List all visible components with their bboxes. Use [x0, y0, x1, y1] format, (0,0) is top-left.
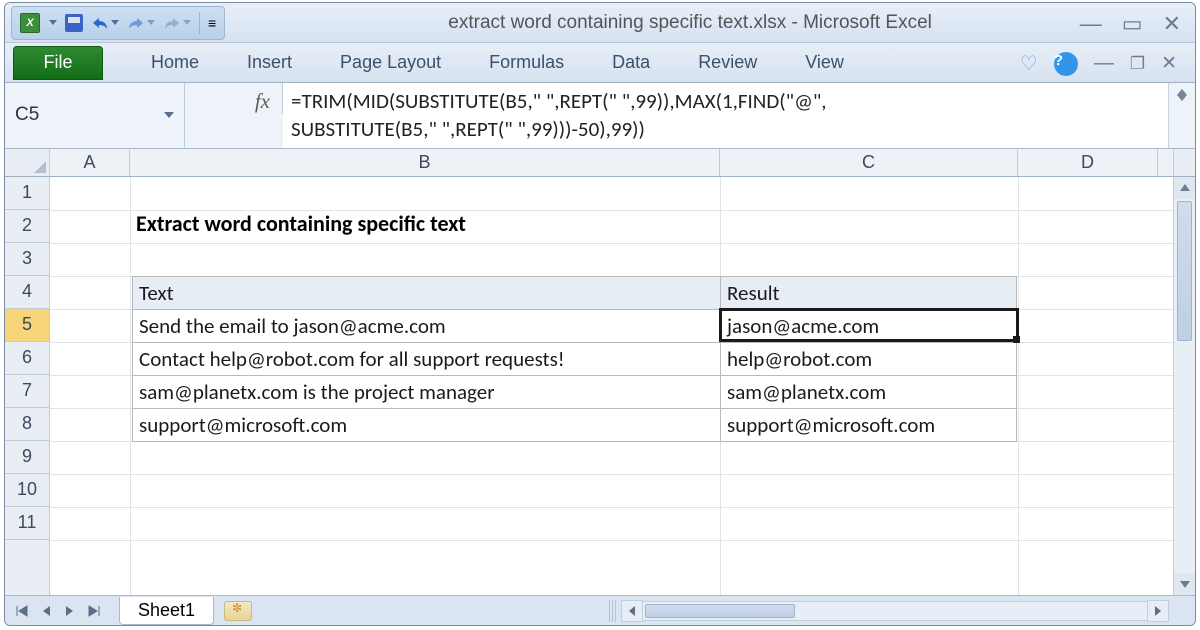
worksheet-grid[interactable]: 1 2 3 4 5 6 7 8 9 10 11: [5, 177, 1195, 595]
ribbon: File Home Insert Page Layout Formulas Da…: [5, 43, 1195, 83]
cell[interactable]: help@robot.com: [721, 342, 1017, 375]
fx-icon[interactable]: fx: [185, 83, 283, 114]
vertical-scrollbar[interactable]: [1173, 177, 1195, 595]
scroll-left-icon[interactable]: [621, 600, 643, 622]
workbook-minimize-button[interactable]: ―: [1094, 52, 1114, 75]
quick-access-toolbar: X ≡: [11, 6, 225, 40]
row-header[interactable]: 4: [5, 276, 49, 309]
cell[interactable]: support@microsoft.com: [721, 408, 1017, 441]
cell-heading[interactable]: Extract word containing specific text: [136, 210, 466, 237]
table-row: Send the email to jason@acme.com jason@a…: [133, 309, 1017, 342]
sheet-tab[interactable]: Sheet1: [119, 597, 214, 625]
qat-separator: [199, 12, 200, 34]
col-header-c[interactable]: C: [720, 149, 1018, 176]
tab-data[interactable]: Data: [612, 52, 650, 73]
hscroll-thumb[interactable]: [645, 604, 795, 618]
maximize-button[interactable]: ▭: [1122, 11, 1143, 37]
excel-icon[interactable]: X: [20, 13, 40, 33]
scroll-right-icon[interactable]: [1147, 600, 1169, 622]
excel-window: X ≡ extract word containing specific tex…: [4, 2, 1196, 626]
sheet-nav-first-icon[interactable]: [11, 600, 33, 622]
row-header[interactable]: 9: [5, 441, 49, 474]
tab-split-handle[interactable]: [609, 600, 617, 622]
table-row: sam@planetx.com is the project manager s…: [133, 375, 1017, 408]
window-title: extract word containing specific text.xl…: [225, 12, 1195, 34]
tab-view[interactable]: View: [805, 52, 844, 73]
window-controls: ― ▭ ✕: [1080, 11, 1181, 37]
new-sheet-icon[interactable]: [224, 601, 252, 621]
col-header-d[interactable]: D: [1018, 149, 1158, 176]
fx-area: fx =TRIM(MID(SUBSTITUTE(B5," ",REPT(" ",…: [185, 83, 1195, 148]
col-header-b[interactable]: B: [130, 149, 720, 176]
row-header-selected[interactable]: 5: [5, 309, 49, 342]
sheet-nav-last-icon[interactable]: [83, 600, 105, 622]
tab-pagelayout[interactable]: Page Layout: [340, 52, 441, 73]
cell[interactable]: jason@acme.com: [721, 309, 1017, 342]
hscroll-track[interactable]: [643, 601, 1147, 621]
minimize-button[interactable]: ―: [1080, 11, 1102, 37]
row-headers: 1 2 3 4 5 6 7 8 9 10 11: [5, 177, 50, 595]
tab-formulas[interactable]: Formulas: [489, 52, 564, 73]
scroll-thumb[interactable]: [1177, 201, 1192, 341]
cell[interactable]: sam@planetx.com: [721, 375, 1017, 408]
redo-alt-button[interactable]: [163, 15, 191, 31]
column-headers: A B C D: [50, 149, 1173, 177]
row-header[interactable]: 7: [5, 375, 49, 408]
help-icon[interactable]: ?: [1054, 52, 1078, 76]
save-icon[interactable]: [65, 14, 83, 32]
scroll-down-icon[interactable]: [1174, 573, 1195, 595]
ribbon-tabs: Home Insert Page Layout Formulas Data Re…: [151, 52, 844, 73]
cell[interactable]: Send the email to jason@acme.com: [133, 309, 721, 342]
name-box-value: C5: [15, 104, 39, 126]
ribbon-minimize-icon[interactable]: ♡: [1020, 51, 1038, 76]
sheet-nav-next-icon[interactable]: [59, 600, 81, 622]
table-row: support@microsoft.com support@microsoft.…: [133, 408, 1017, 441]
redo-button[interactable]: [127, 15, 155, 31]
formula-bar-expand[interactable]: [1169, 83, 1195, 107]
workbook-restore-button[interactable]: ❐: [1130, 54, 1145, 74]
row-header[interactable]: 3: [5, 243, 49, 276]
row-header[interactable]: 10: [5, 474, 49, 507]
sheet-nav-prev-icon[interactable]: [35, 600, 57, 622]
scroll-up-icon[interactable]: [1174, 177, 1195, 199]
col-header-a[interactable]: A: [50, 149, 130, 176]
undo-button[interactable]: [91, 15, 119, 31]
table-row: Contact help@robot.com for all support r…: [133, 342, 1017, 375]
file-tab[interactable]: File: [13, 46, 103, 80]
tab-insert[interactable]: Insert: [247, 52, 292, 73]
workbook-close-button[interactable]: ✕: [1161, 52, 1177, 75]
header-text[interactable]: Text: [133, 276, 721, 309]
cell[interactable]: sam@planetx.com is the project manager: [133, 375, 721, 408]
row-header[interactable]: 11: [5, 507, 49, 540]
formula-bar: C5 fx =TRIM(MID(SUBSTITUTE(B5," ",REPT("…: [5, 83, 1195, 149]
close-button[interactable]: ✕: [1163, 11, 1181, 37]
qat-customize-caret-icon[interactable]: ≡: [208, 15, 216, 31]
cell[interactable]: support@microsoft.com: [133, 408, 721, 441]
scroll-track[interactable]: [1174, 199, 1195, 573]
row-header[interactable]: 1: [5, 177, 49, 210]
formula-input[interactable]: =TRIM(MID(SUBSTITUTE(B5," ",REPT(" ",99)…: [283, 83, 1169, 148]
horizontal-scrollbar[interactable]: [609, 600, 1169, 622]
data-table: Text Result Send the email to jason@acme…: [132, 276, 1017, 442]
cell[interactable]: Contact help@robot.com for all support r…: [133, 342, 721, 375]
qat-menu-caret-icon[interactable]: [49, 20, 57, 25]
name-box-caret-icon[interactable]: [164, 112, 174, 118]
status-sheet-bar: Sheet1: [5, 595, 1195, 625]
tab-review[interactable]: Review: [698, 52, 757, 73]
header-result[interactable]: Result: [721, 276, 1017, 309]
title-bar: X ≡ extract word containing specific tex…: [5, 3, 1195, 43]
row-header[interactable]: 8: [5, 408, 49, 441]
select-all-corner[interactable]: [5, 149, 50, 177]
tab-home[interactable]: Home: [151, 52, 199, 73]
row-header[interactable]: 2: [5, 210, 49, 243]
name-box[interactable]: C5: [5, 83, 185, 148]
row-header[interactable]: 6: [5, 342, 49, 375]
